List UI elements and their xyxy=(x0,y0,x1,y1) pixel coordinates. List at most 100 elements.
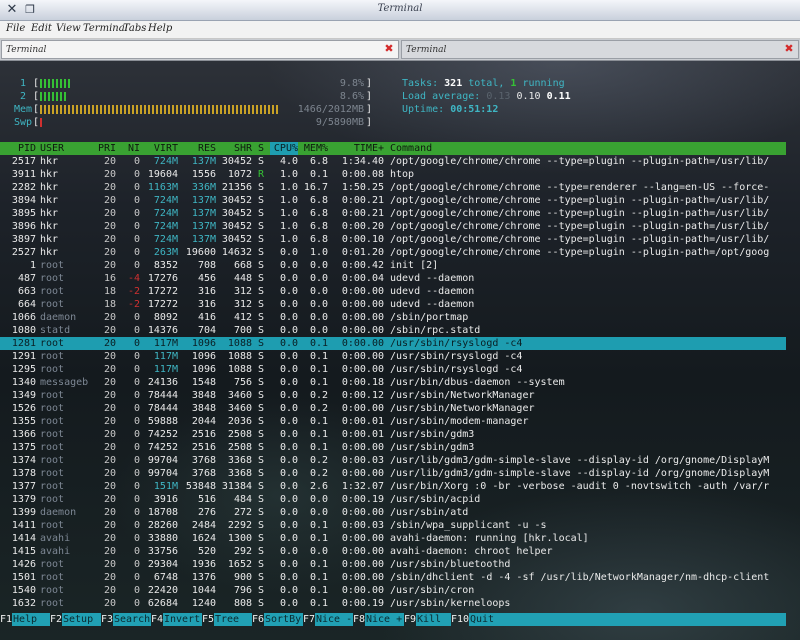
process-row[interactable]: 3897 hkr 20 0 724M 137M 30452 S 1.0 6.8 0:00.10/op… xyxy=(0,233,786,246)
process-row[interactable]: 3894 hkr 20 0 724M 137M 30452 S 1.0 6.8 0:00.21/op… xyxy=(0,194,786,207)
menu-terminal[interactable]: Terminal xyxy=(83,23,128,34)
process-command: /usr/lib/gdm3/gdm-simple-slave --display… xyxy=(390,468,770,479)
close-icon[interactable]: ✖ xyxy=(383,43,395,55)
process-row[interactable]: 1540 root 20 0 22420 1044 796 S 0.0 0.1 0:00.00/us… xyxy=(0,584,786,597)
close-icon[interactable]: ✖ xyxy=(783,43,795,55)
fkey-number[interactable]: F2 xyxy=(50,613,62,626)
column-header-pid[interactable]: PID xyxy=(0,142,36,155)
process-row[interactable]: 1066 daemon 20 0 8092 416 412 S 0.0 0.0 0:00.00/sb… xyxy=(0,311,786,324)
process-state: S xyxy=(257,221,265,232)
process-row[interactable]: 2282 hkr 20 0 1163M 336M 21356 S 1.0 16.7 1:50.25 /… xyxy=(0,181,786,194)
close-icon[interactable]: ✕ xyxy=(4,2,20,18)
process-row[interactable]: 1080 statd 20 0 14376 704 700 S 0.0 0.0 0:00.00/sb… xyxy=(0,324,786,337)
column-header-time[interactable]: TIME+ xyxy=(330,142,384,155)
process-row[interactable]: 1414 avahi 20 0 33880 1624 1300 S 0.0 0.1 0:00.00 a… xyxy=(0,532,786,545)
process-row[interactable]: 1632 root 20 0 62684 1240 808 S 0.0 0.1 0:00.19/us… xyxy=(0,597,786,610)
fkey-number[interactable]: F7 xyxy=(303,613,315,626)
process-time: 0:00.19 xyxy=(341,598,384,609)
process-res: 1096 xyxy=(191,338,216,349)
column-header-cpu[interactable]: CPU% xyxy=(270,142,298,155)
fkey-number[interactable]: F6 xyxy=(252,613,264,626)
fkey-number[interactable]: F4 xyxy=(151,613,163,626)
fkey-number[interactable]: F3 xyxy=(101,613,113,626)
process-row[interactable]: 1415 avahi 20 0 33756 520 292 S 0.0 0.0 0:00.00 ava… xyxy=(0,545,786,558)
process-cpu: 1.0 xyxy=(279,169,298,180)
tab-terminal-2[interactable]: Terminal ✖ xyxy=(401,40,799,59)
process-row[interactable]: 487 root 16 -4 17276 456 448 S 0.0 0.0 0:00.04 udev… xyxy=(0,272,786,285)
tab-terminal-1[interactable]: Terminal ✖ xyxy=(1,40,399,59)
process-virt: 17272 xyxy=(147,299,178,310)
process-pri: 20 xyxy=(103,312,116,323)
fkey-setup-button[interactable]: Setup xyxy=(62,613,101,626)
fkey-tree-button[interactable]: Tree xyxy=(214,613,252,626)
process-res: 708 xyxy=(197,260,216,271)
process-row[interactable]: 1281 root 20 0 117M 1096 1088 S 0.0 0.1 0:00.00/us… xyxy=(0,337,786,350)
fkey-sortby-button[interactable]: SortBy xyxy=(264,613,303,626)
process-row[interactable]: 2517 hkr 20 0 724M 137M 30452 S 4.0 6.8 1:34.40/op… xyxy=(0,155,786,168)
column-header-user[interactable]: USER xyxy=(40,142,96,155)
process-row[interactable]: 1501 root 20 0 6748 1376 900 S 0.0 0.1 0:00.00/sbi… xyxy=(0,571,786,584)
process-row[interactable]: 664 root 18 -2 17272 316 312 S 0.0 0.0 0:00.00 udev… xyxy=(0,298,786,311)
process-row[interactable]: 1526 root 20 0 78444 3848 3460 S 0.0 0.2 0:00.00/u… xyxy=(0,402,786,415)
fkey-search-button[interactable]: Search xyxy=(113,613,151,626)
column-header-shr[interactable]: SHR xyxy=(216,142,252,155)
fkey-number[interactable]: F8 xyxy=(353,613,365,626)
meter-bracket-open: [ xyxy=(33,91,40,102)
column-header-command[interactable]: Command xyxy=(390,142,786,155)
column-header-res[interactable]: RES xyxy=(180,142,216,155)
process-row[interactable]: 1349 root 20 0 78444 3848 3460 S 0.0 0.2 0:00.12/u… xyxy=(0,389,786,402)
process-ni: 0 xyxy=(133,338,140,349)
process-virt: 8352 xyxy=(153,260,178,271)
fkey-invert-button[interactable]: Invert xyxy=(163,613,202,626)
process-res: 416 xyxy=(197,312,216,323)
process-row[interactable]: 1378 root 20 0 99704 3768 3368 S 0.0 0.2 0:00.00/u… xyxy=(0,467,786,480)
menu-edit[interactable]: Edit xyxy=(31,23,52,34)
process-row[interactable]: 1399 daemon 20 0 18708 276 272 S 0.0 0.0 0:00.00/u… xyxy=(0,506,786,519)
fkey-nice-button[interactable]: Nice + xyxy=(365,613,404,626)
terminal-view[interactable]: 1[] 9.8% 2[] 8.6% Mem[] 1466/2012MB Swp[] 9/589… xyxy=(0,61,800,640)
fkey-number[interactable]: F5 xyxy=(202,613,214,626)
column-header-ni[interactable]: NI xyxy=(118,142,140,155)
process-res: 137M xyxy=(191,156,216,167)
process-virt: 6748 xyxy=(153,572,178,583)
process-row[interactable]: 3896 hkr 20 0 724M 137M 30452 S 1.0 6.8 0:00.20/op… xyxy=(0,220,786,233)
fkey-kill-button[interactable]: Kill xyxy=(416,613,451,626)
menu-file[interactable]: File xyxy=(6,23,25,34)
column-header-pri[interactable]: PRI xyxy=(96,142,116,155)
process-row[interactable]: 1355 root 20 0 59888 2044 2036 S 0.0 0.1 0:00.01/u… xyxy=(0,415,786,428)
process-row[interactable]: 3911 hkr 20 0 19604 1556 1072 R 1.0 0.1 0:00.08 hto… xyxy=(0,168,786,181)
menu-help[interactable]: Help xyxy=(148,23,172,34)
fkey-number[interactable]: F1 xyxy=(0,613,12,626)
column-header-virt[interactable]: VIRT xyxy=(142,142,178,155)
fkey-help-button[interactable]: Help xyxy=(12,613,50,626)
process-row[interactable]: 1 root 20 0 8352 708 668 S 0.0 0.0 0:00.42 init [2] xyxy=(0,259,786,272)
tab-label: Terminal xyxy=(6,45,47,55)
column-header-mem[interactable]: MEM% xyxy=(300,142,328,155)
process-row[interactable]: 663 root 18 -2 17272 316 312 S 0.0 0.0 0:00.00 udev… xyxy=(0,285,786,298)
process-row[interactable]: 1377 root 20 0 151M 53848 31384 S 0.0 2.6 1:32.07 /… xyxy=(0,480,786,493)
process-row[interactable]: 1374 root 20 0 99704 3768 3368 S 0.0 0.2 0:00.03/u… xyxy=(0,454,786,467)
process-row[interactable]: 1426 root 20 0 29304 1936 1652 S 0.0 0.1 0:00.00/u… xyxy=(0,558,786,571)
process-row[interactable]: 1295 root 20 0 117M 1096 1088 S 0.0 0.1 0:00.00/us… xyxy=(0,363,786,376)
fkey-number[interactable]: F9 xyxy=(404,613,416,626)
process-state: S xyxy=(257,364,265,375)
menu-bar: File Edit View Terminal Tabs Help xyxy=(0,21,800,39)
process-row[interactable]: 3895 hkr 20 0 724M 137M 30452 S 1.0 6.8 0:00.21/op… xyxy=(0,207,786,220)
process-time: 0:00.01 xyxy=(341,416,384,427)
process-row[interactable]: 1291 root 20 0 117M 1096 1088 S 0.0 0.1 0:00.00/us… xyxy=(0,350,786,363)
process-row[interactable]: 1375 root 20 0 74252 2516 2508 S 0.0 0.1 0:00.00/u… xyxy=(0,441,786,454)
fkey-quit-button[interactable]: Quit xyxy=(469,613,786,626)
process-row[interactable]: 1340 messageb 20 0 24136 1548 756 S 0.0 0.1 0:00.1… xyxy=(0,376,786,389)
process-row[interactable]: 2527 hkr 20 0 263M 19600 14632 S 0.0 1.0 0:01.20/o… xyxy=(0,246,786,259)
fkey-number[interactable]: F10 xyxy=(451,613,469,626)
process-row[interactable]: 1366 root 20 0 74252 2516 2508 S 0.0 0.1 0:00.01/u… xyxy=(0,428,786,441)
restore-icon[interactable]: ❐ xyxy=(22,2,38,18)
menu-tabs[interactable]: Tabs xyxy=(123,23,146,34)
menu-view[interactable]: View xyxy=(56,23,81,34)
column-header-state[interactable]: S xyxy=(256,142,266,155)
fkey-nice-button[interactable]: Nice - xyxy=(315,613,353,626)
process-time: 0:01.20 xyxy=(341,247,384,258)
process-shr: 3460 xyxy=(227,403,252,414)
process-row[interactable]: 1411 root 20 0 28260 2484 2292 S 0.0 0.1 0:00.03/s… xyxy=(0,519,786,532)
process-row[interactable]: 1379 root 20 0 3916 516 484 S 0.0 0.0 0:00.19/usr/… xyxy=(0,493,786,506)
